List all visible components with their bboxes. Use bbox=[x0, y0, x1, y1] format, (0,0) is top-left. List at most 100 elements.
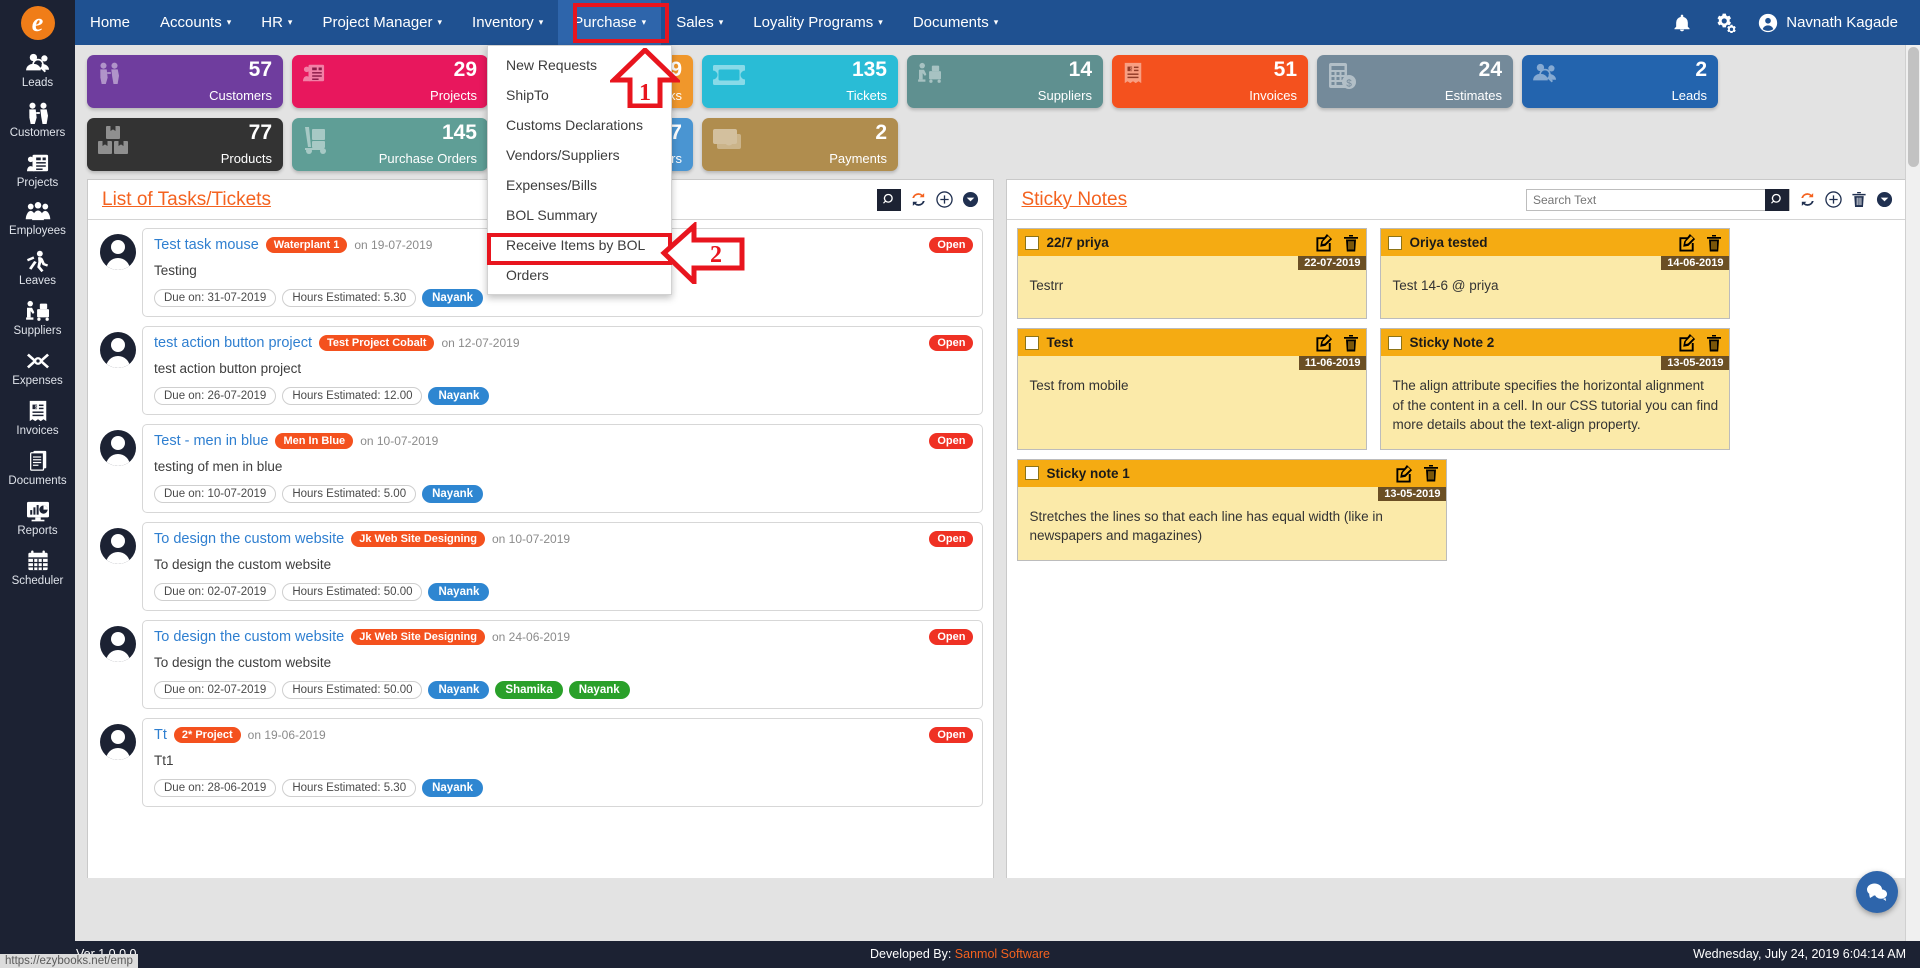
nav-item-hr[interactable]: HR ▾ bbox=[246, 0, 307, 45]
page-scrollbar[interactable] bbox=[1905, 45, 1920, 941]
task-title[interactable]: Test - men in blue bbox=[154, 433, 268, 449]
tasks-refresh-icon[interactable] bbox=[910, 191, 927, 208]
tasks-chevron-down-icon[interactable] bbox=[962, 191, 979, 208]
settings-gear-icon[interactable] bbox=[1714, 13, 1736, 33]
stat-tile-customers[interactable]: 57 Customers bbox=[87, 55, 283, 108]
note-edit-icon[interactable] bbox=[1678, 333, 1697, 352]
note-delete-icon[interactable] bbox=[1343, 234, 1359, 252]
note-delete-icon[interactable] bbox=[1706, 234, 1722, 252]
note-delete-icon[interactable] bbox=[1423, 464, 1439, 482]
notes-chevron-down-icon[interactable] bbox=[1876, 191, 1893, 208]
stat-tile-invoices[interactable]: $51 Invoices bbox=[1112, 55, 1308, 108]
sidebar-item-scheduler[interactable]: Scheduler bbox=[0, 543, 75, 593]
stat-tile-products[interactable]: 77 Products bbox=[87, 118, 283, 171]
task-title[interactable]: To design the custom website bbox=[154, 629, 344, 645]
nav-item-purchase[interactable]: Purchase ▾ bbox=[558, 0, 662, 45]
nav-item-project-manager[interactable]: Project Manager ▾ bbox=[307, 0, 457, 45]
notes-panel-title[interactable]: Sticky Notes bbox=[1021, 189, 1127, 211]
notes-add-icon[interactable] bbox=[1825, 191, 1842, 208]
sticky-note-checkbox[interactable] bbox=[1025, 235, 1040, 250]
sticky-note[interactable]: Sticky note 1 13-05-2019 Stretches the lin… bbox=[1017, 458, 1448, 561]
stat-tile-purchase-orders[interactable]: 145 Purchase Orders bbox=[292, 118, 488, 171]
task-row[interactable]: Open To design the custom website Jk Web S… bbox=[98, 522, 984, 611]
note-delete-icon[interactable] bbox=[1706, 334, 1722, 352]
stat-tile-payments[interactable]: 2 Payments bbox=[702, 118, 898, 171]
stat-tile-suppliers[interactable]: 14 Suppliers bbox=[907, 55, 1103, 108]
task-row[interactable]: Open test action button project Test Proje… bbox=[98, 326, 984, 415]
tasks-search-icon[interactable] bbox=[877, 188, 902, 211]
sticky-note-checkbox[interactable] bbox=[1025, 466, 1040, 481]
nav-item-accounts[interactable]: Accounts ▾ bbox=[145, 0, 246, 45]
sticky-note[interactable]: Sticky Note 2 13-05-2019 The align attribu… bbox=[1380, 328, 1731, 450]
task-assignee[interactable]: Nayank bbox=[428, 583, 490, 601]
task-card[interactable]: Open Tt 2* Project on 19-06-2019 Tt1 Due on: … bbox=[142, 718, 984, 807]
nav-item-sales[interactable]: Sales ▾ bbox=[661, 0, 738, 45]
user-account-menu[interactable]: Navnath Kagade bbox=[1758, 13, 1898, 33]
page-scrollbar-thumb[interactable] bbox=[1908, 47, 1919, 167]
sticky-note[interactable]: Oriya tested 14-06-2019 Test 14-6 @ priya bbox=[1380, 228, 1731, 319]
sticky-note[interactable]: Test 11-06-2019 Test from mobile bbox=[1017, 328, 1368, 450]
stat-tile-projects[interactable]: 29 Projects bbox=[292, 55, 488, 108]
task-assignee[interactable]: Nayank bbox=[422, 485, 484, 503]
task-card[interactable]: Open To design the custom website Jk Web S… bbox=[142, 522, 984, 611]
dropdown-item-customs-declarations[interactable]: Customs Declarations bbox=[488, 110, 671, 140]
task-title[interactable]: test action button project bbox=[154, 335, 312, 351]
nav-item-home[interactable]: Home bbox=[75, 0, 145, 45]
nav-item-documents[interactable]: Documents ▾ bbox=[898, 0, 1013, 45]
task-assignee[interactable]: Nayank bbox=[428, 681, 490, 699]
sidebar-item-expenses[interactable]: Expenses bbox=[0, 343, 75, 393]
stat-tile-tickets[interactable]: 135 Tickets bbox=[702, 55, 898, 108]
task-row[interactable]: Open Test - men in blue Men In Blue on 10-0… bbox=[98, 424, 984, 513]
sidebar-item-projects[interactable]: Projects bbox=[0, 145, 75, 195]
sidebar-item-reports[interactable]: Reports bbox=[0, 493, 75, 543]
app-logo[interactable]: e bbox=[0, 0, 75, 45]
note-edit-icon[interactable] bbox=[1678, 233, 1697, 252]
task-assignee[interactable]: Nayank bbox=[422, 779, 484, 797]
dropdown-item-orders[interactable]: Orders bbox=[488, 260, 671, 290]
notes-search-input[interactable] bbox=[1527, 189, 1765, 210]
sidebar-item-employees[interactable]: Employees bbox=[0, 195, 75, 243]
stat-tile-leads[interactable]: 2 Leads bbox=[1522, 55, 1718, 108]
notes-refresh-icon[interactable] bbox=[1799, 191, 1816, 208]
sidebar-item-invoices[interactable]: $ Invoices bbox=[0, 393, 75, 443]
dropdown-item-bol-summary[interactable]: BOL Summary bbox=[488, 200, 671, 230]
sidebar-item-suppliers[interactable]: Suppliers bbox=[0, 293, 75, 343]
task-title[interactable]: Tt bbox=[154, 727, 167, 743]
sticky-note-checkbox[interactable] bbox=[1025, 335, 1040, 350]
footer-developer-link[interactable]: Sanmol Software bbox=[955, 947, 1050, 961]
task-assignee[interactable]: Shamika bbox=[495, 681, 563, 699]
tasks-add-icon[interactable] bbox=[936, 191, 954, 208]
sticky-note-checkbox[interactable] bbox=[1388, 235, 1403, 250]
task-row[interactable]: Open To design the custom website Jk Web S… bbox=[98, 620, 984, 709]
nav-item-loyality-programs[interactable]: Loyality Programs ▾ bbox=[738, 0, 898, 45]
notes-search-icon[interactable] bbox=[1765, 188, 1789, 211]
note-edit-icon[interactable] bbox=[1315, 233, 1334, 252]
task-assignee[interactable]: Nayank bbox=[428, 387, 490, 405]
sticky-note[interactable]: 22/7 priya 22-07-2019 Testrr bbox=[1017, 228, 1368, 319]
sidebar-item-customers[interactable]: Customers bbox=[0, 95, 75, 145]
chat-support-button[interactable] bbox=[1856, 871, 1898, 913]
notifications-bell-icon[interactable] bbox=[1672, 13, 1692, 33]
task-assignee[interactable]: Nayank bbox=[568, 681, 630, 699]
nav-item-inventory[interactable]: Inventory ▾ bbox=[457, 0, 558, 45]
stat-tile-estimates[interactable]: $24 Estimates bbox=[1317, 55, 1513, 108]
task-title[interactable]: Test task mouse bbox=[154, 237, 259, 253]
sidebar-item-documents[interactable]: Documents bbox=[0, 443, 75, 493]
note-delete-icon[interactable] bbox=[1343, 334, 1359, 352]
note-edit-icon[interactable] bbox=[1395, 464, 1414, 483]
dropdown-item-receive-items-by-bol[interactable]: Receive Items by BOL bbox=[488, 230, 671, 260]
tasks-list[interactable]: Open Test task mouse Waterplant 1 on 19-07-… bbox=[88, 220, 994, 878]
sidebar-item-leaves[interactable]: Leaves bbox=[0, 243, 75, 293]
sticky-note-checkbox[interactable] bbox=[1388, 335, 1403, 350]
tasks-panel-title[interactable]: List of Tasks/Tickets bbox=[102, 189, 271, 211]
task-assignee[interactable]: Nayank bbox=[422, 289, 484, 307]
dropdown-item-expenses-bills[interactable]: Expenses/Bills bbox=[488, 170, 671, 200]
task-card[interactable]: Open test action button project Test Proje… bbox=[142, 326, 984, 415]
note-edit-icon[interactable] bbox=[1315, 333, 1334, 352]
task-row[interactable]: Open Tt 2* Project on 19-06-2019 Tt1 Due on: … bbox=[98, 718, 984, 807]
notes-delete-icon[interactable] bbox=[1851, 191, 1867, 208]
task-card[interactable]: Open Test - men in blue Men In Blue on 10-0… bbox=[142, 424, 984, 513]
task-card[interactable]: Open To design the custom website Jk Web S… bbox=[142, 620, 984, 709]
dropdown-item-vendors-suppliers[interactable]: Vendors/Suppliers bbox=[488, 140, 671, 170]
task-title[interactable]: To design the custom website bbox=[154, 531, 344, 547]
